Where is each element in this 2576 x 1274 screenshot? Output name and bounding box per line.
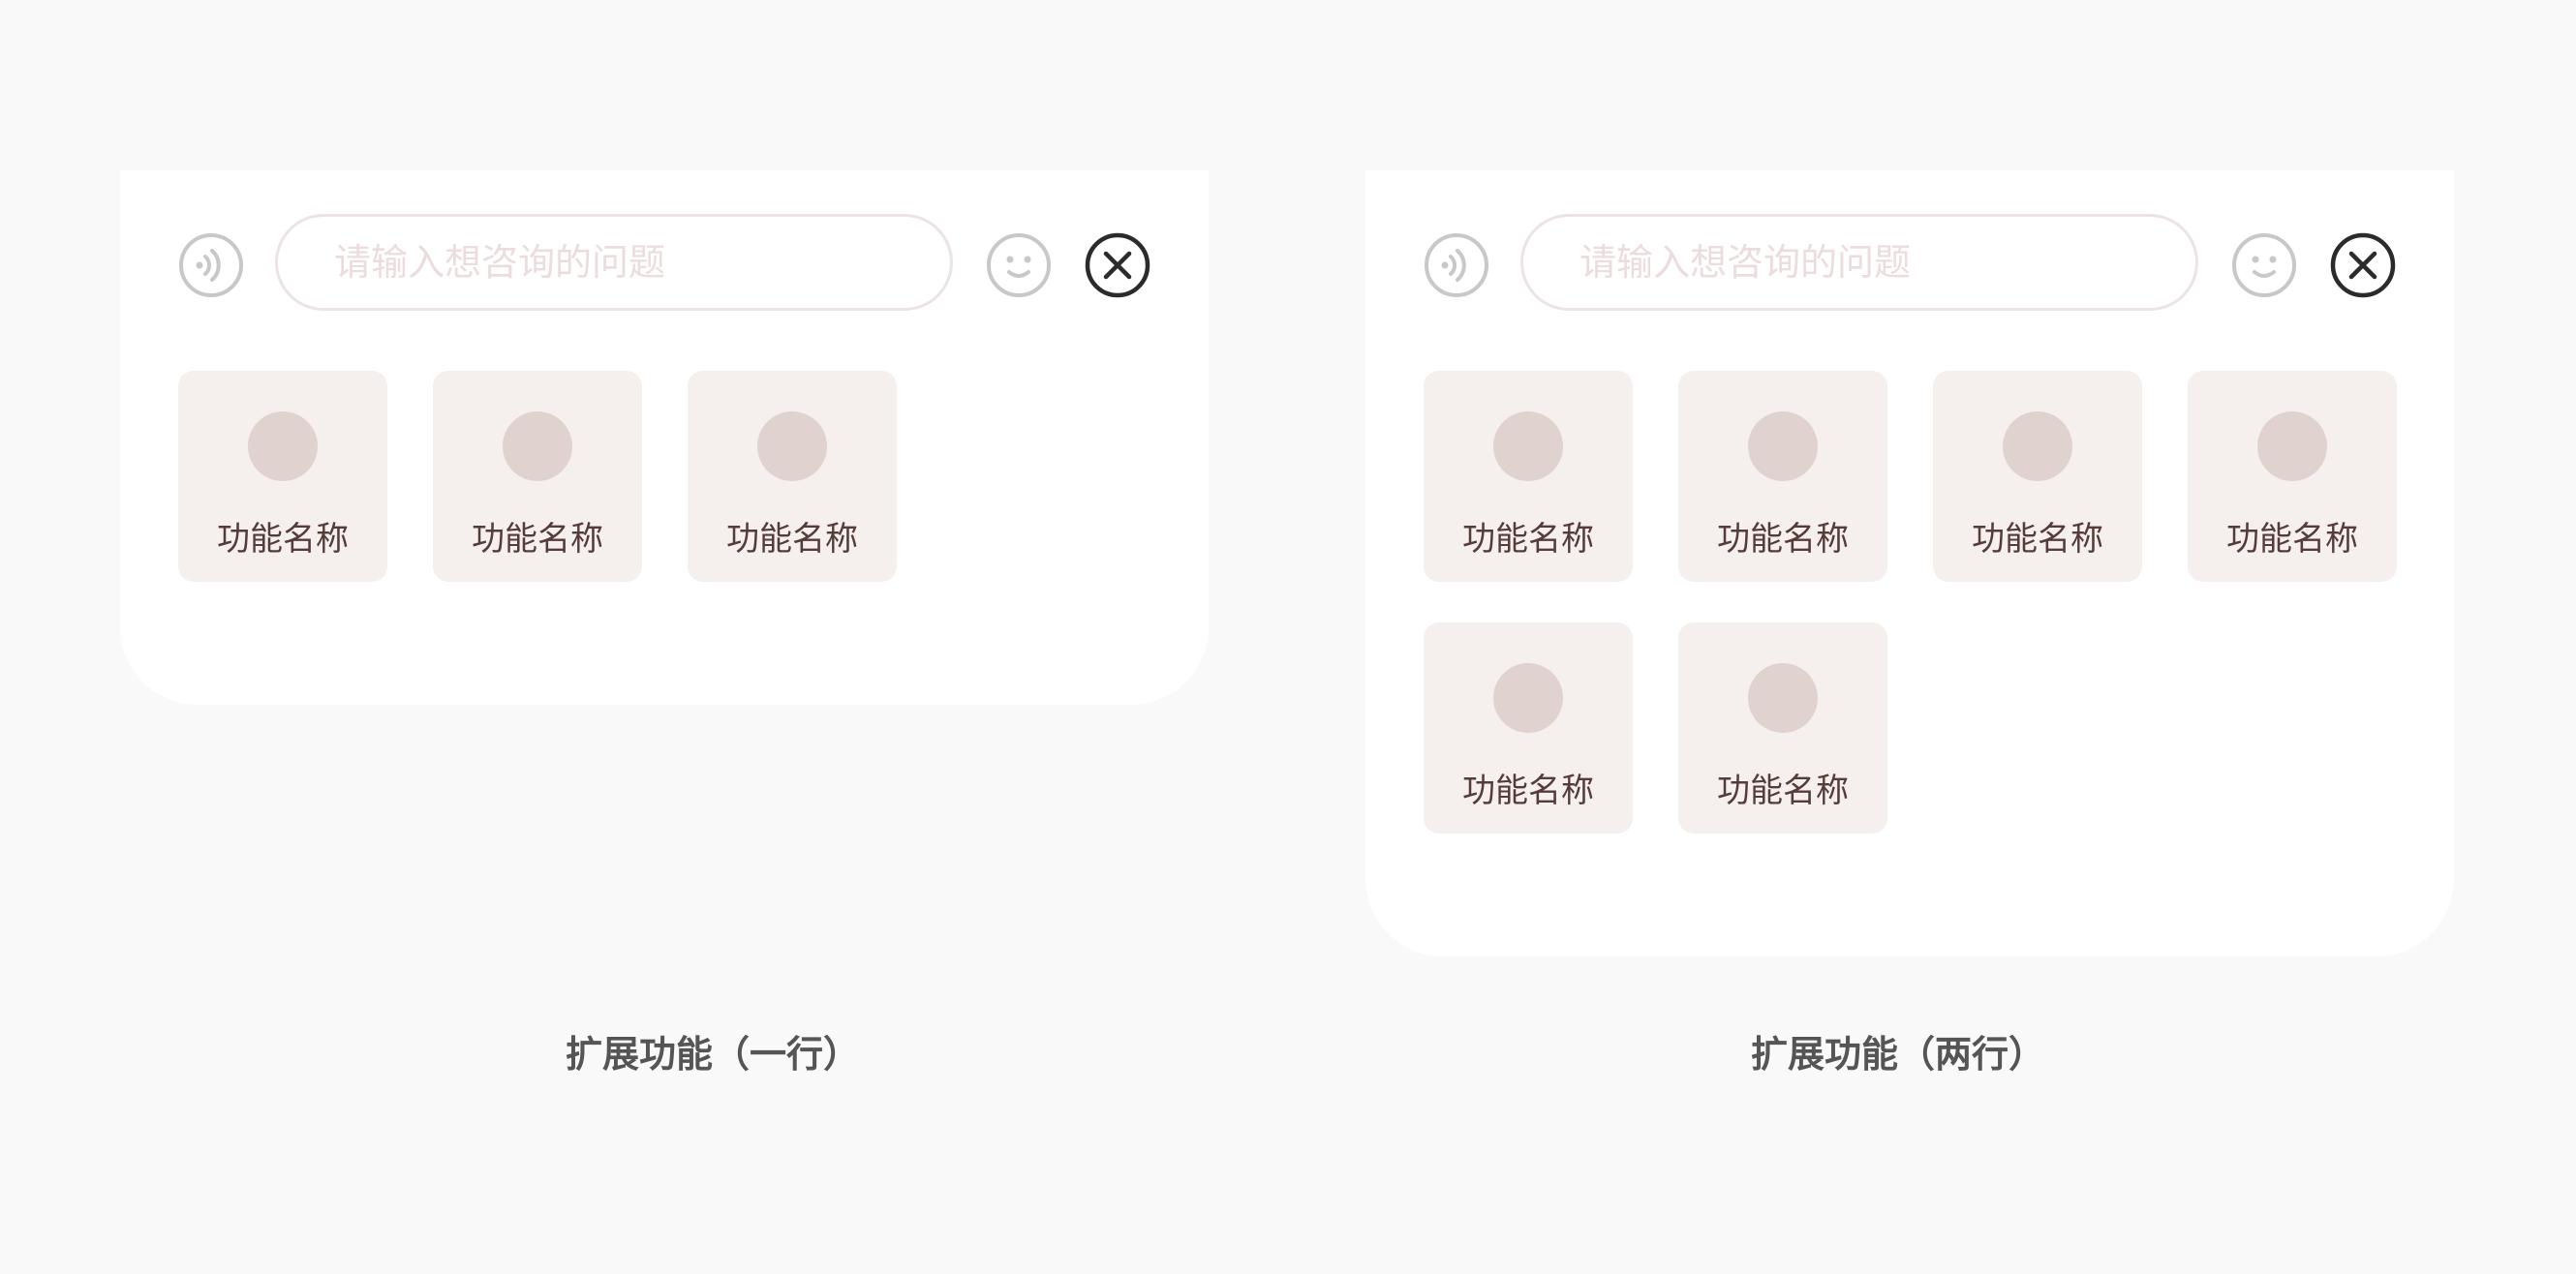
function-placeholder-icon bbox=[1493, 663, 1563, 733]
question-input[interactable] bbox=[334, 217, 915, 308]
function-placeholder-icon bbox=[248, 411, 318, 481]
smiley-face-icon bbox=[987, 233, 1051, 297]
function-placeholder-icon bbox=[1748, 411, 1818, 481]
voice-wave-icon bbox=[1425, 233, 1488, 297]
function-placeholder-icon bbox=[757, 411, 827, 481]
function-label: 功能名称 bbox=[726, 520, 858, 559]
voice-wave-icon bbox=[179, 233, 243, 297]
extension-panel-two-rows: 功能名称 功能名称 功能名称 功能名称 功能名称 功能名称 bbox=[1365, 170, 2454, 956]
voice-input-button[interactable] bbox=[178, 232, 244, 298]
function-label: 功能名称 bbox=[1462, 520, 1594, 559]
function-placeholder-icon bbox=[1748, 663, 1818, 733]
question-input[interactable] bbox=[1579, 217, 2161, 308]
close-extension-button[interactable] bbox=[2330, 232, 2396, 298]
smiley-face-icon bbox=[2232, 233, 2296, 297]
function-tile[interactable]: 功能名称 bbox=[1424, 371, 1633, 582]
function-label: 功能名称 bbox=[1972, 520, 2103, 559]
function-label: 功能名称 bbox=[217, 520, 349, 559]
function-placeholder-icon bbox=[503, 411, 572, 481]
function-label: 功能名称 bbox=[2226, 520, 2358, 559]
function-label: 功能名称 bbox=[472, 520, 603, 559]
close-extension-button[interactable] bbox=[1085, 232, 1150, 298]
function-label: 功能名称 bbox=[1717, 520, 1849, 559]
extension-panel-one-row: 功能名称 功能名称 功能名称 bbox=[120, 170, 1209, 705]
function-tile[interactable]: 功能名称 bbox=[178, 371, 387, 582]
function-tile[interactable]: 功能名称 bbox=[1933, 371, 2142, 582]
function-placeholder-icon bbox=[2003, 411, 2072, 481]
voice-input-button[interactable] bbox=[1424, 232, 1489, 298]
question-input-wrapper[interactable] bbox=[275, 214, 953, 311]
function-tile[interactable]: 功能名称 bbox=[1678, 371, 1887, 582]
function-tile[interactable]: 功能名称 bbox=[1424, 622, 1633, 834]
close-circle-icon bbox=[1085, 232, 1150, 298]
function-label: 功能名称 bbox=[1462, 772, 1594, 810]
caption-two-rows: 扩展功能（两行） bbox=[1750, 1033, 2045, 1076]
emoji-button[interactable] bbox=[986, 232, 1052, 298]
function-placeholder-icon bbox=[1493, 411, 1563, 481]
function-tile[interactable]: 功能名称 bbox=[1678, 622, 1887, 834]
function-tile[interactable]: 功能名称 bbox=[433, 371, 642, 582]
function-tile[interactable]: 功能名称 bbox=[2188, 371, 2397, 582]
emoji-button[interactable] bbox=[2231, 232, 2297, 298]
function-label: 功能名称 bbox=[1717, 772, 1849, 810]
caption-one-row: 扩展功能（一行） bbox=[565, 1033, 860, 1076]
question-input-wrapper[interactable] bbox=[1520, 214, 2198, 311]
function-placeholder-icon bbox=[2257, 411, 2327, 481]
function-tile[interactable]: 功能名称 bbox=[688, 371, 897, 582]
close-circle-icon bbox=[2330, 232, 2396, 298]
